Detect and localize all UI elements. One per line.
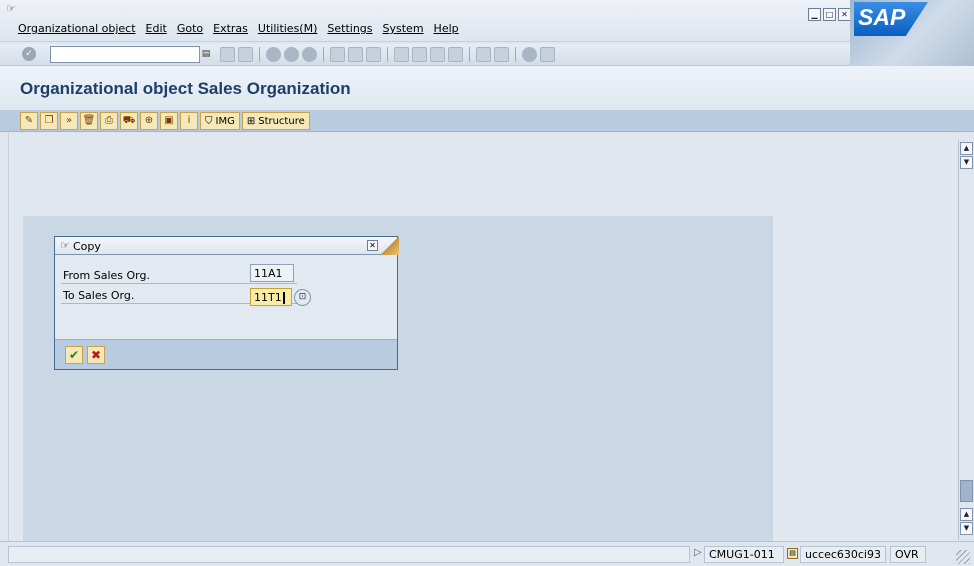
check-icon[interactable]: ⎙: [100, 112, 118, 130]
status-expand-icon[interactable]: ▷: [694, 547, 702, 558]
sap-logo-text: SAP: [858, 4, 906, 30]
vertical-scrollbar[interactable]: ▲ ▼ ▲ ▼: [958, 140, 974, 540]
filter-icon: ⛉: [205, 115, 213, 127]
last-page-icon[interactable]: [448, 47, 463, 62]
menu-help[interactable]: Help: [434, 22, 459, 35]
menu-utilities[interactable]: Utilities(M): [258, 22, 317, 35]
cancel-icon[interactable]: [302, 47, 317, 62]
from-sales-org-field[interactable]: 11A1: [250, 264, 294, 282]
print-icon[interactable]: [330, 47, 345, 62]
text-cursor: [282, 292, 285, 304]
copy-dialog: ☞ Copy ✕ From Sales Org. To Sales Org. ✔…: [54, 236, 399, 370]
menu-settings[interactable]: Settings: [327, 22, 372, 35]
next-page-icon[interactable]: [430, 47, 445, 62]
command-history-icon[interactable]: ▤: [200, 47, 212, 62]
toolbar-separator: [515, 47, 516, 62]
to-sales-org-label: To Sales Org.: [63, 289, 135, 302]
copy-org-object-icon[interactable]: »: [60, 112, 78, 130]
structure-button[interactable]: ⊞ Structure: [241, 112, 310, 130]
hierarchy-icon: ⊞: [246, 115, 256, 127]
menu-system[interactable]: System: [383, 22, 424, 35]
back-icon[interactable]: [266, 47, 281, 62]
first-page-icon[interactable]: [394, 47, 409, 62]
cancel-button[interactable]: ✖: [87, 346, 105, 364]
scroll-down-icon[interactable]: ▼: [960, 522, 973, 535]
menu-items: Organizational object Edit Goto Extras U…: [18, 22, 459, 35]
enter-icon[interactable]: ✓: [22, 47, 36, 61]
delete-icon[interactable]: 🗑: [80, 112, 98, 130]
dialog-close-icon[interactable]: ✕: [367, 240, 378, 251]
toolbar-separator: [469, 47, 470, 62]
img-button[interactable]: ⛉ IMG: [200, 112, 240, 130]
structure-button-label: Structure: [258, 115, 305, 127]
back-arrow-icon[interactable]: [220, 47, 235, 62]
scroll-page-down-icon[interactable]: ▼: [960, 156, 973, 169]
create-session-icon[interactable]: [476, 47, 491, 62]
find-next-icon[interactable]: [366, 47, 381, 62]
copy-icon[interactable]: ❐: [40, 112, 58, 130]
menu-edit[interactable]: Edit: [146, 22, 167, 35]
dialog-corner-decoration: [381, 236, 399, 255]
standard-toolbar: ✓ ▤: [0, 44, 850, 66]
status-message: [8, 546, 690, 563]
reference-icon[interactable]: ⊕: [140, 112, 158, 130]
menu-extras[interactable]: Extras: [213, 22, 248, 35]
to-sales-org-value: 11T1: [254, 291, 282, 304]
previous-page-icon[interactable]: [412, 47, 427, 62]
dialog-title: Copy: [73, 240, 101, 253]
toolbar-separator: [259, 47, 260, 62]
status-bar: ▷ CMUG1-011 ▤ uccec630ci93 OVR: [0, 541, 974, 566]
dialog-icon: ☞: [60, 239, 70, 252]
scroll-thumb[interactable]: [960, 480, 973, 502]
from-sales-org-label: From Sales Org.: [63, 269, 150, 282]
edit-pencil-icon[interactable]: ✎: [20, 112, 38, 130]
transport-icon[interactable]: ⛟: [120, 112, 138, 130]
overview-icon[interactable]: ▣: [160, 112, 178, 130]
status-system: CMUG1-011: [704, 546, 784, 563]
dialog-title-bar[interactable]: ☞ Copy ✕: [55, 237, 397, 255]
command-field[interactable]: [50, 46, 200, 63]
sap-logo: SAP: [850, 0, 974, 66]
status-server: uccec630ci93: [800, 546, 886, 563]
info-icon[interactable]: i: [180, 112, 198, 130]
menu-goto[interactable]: Goto: [177, 22, 203, 35]
resize-grip-icon[interactable]: [956, 550, 970, 564]
toolbar-separator: [387, 47, 388, 62]
menu-organizational-object[interactable]: Organizational object: [18, 22, 136, 35]
img-button-label: IMG: [215, 115, 235, 127]
exit-icon[interactable]: [284, 47, 299, 62]
status-mode[interactable]: OVR: [890, 546, 926, 563]
title-bar: Organizational object Sales Organization: [0, 66, 974, 110]
layout-icon[interactable]: [540, 47, 555, 62]
to-sales-org-input[interactable]: 11T1: [250, 288, 292, 306]
application-toolbar-buttons: ✎ ❐ » 🗑 ⎙ ⛟ ⊕ ▣ i ⛉ IMG ⊞ Structure: [20, 112, 310, 130]
window-controls: ▁ □ ✕: [808, 8, 851, 21]
page-title: Organizational object Sales Organization: [20, 79, 351, 98]
help-icon[interactable]: [522, 47, 537, 62]
continue-button[interactable]: ✔: [65, 346, 83, 364]
save-icon[interactable]: [238, 47, 253, 62]
application-toolbar: ✎ ❐ » 🗑 ⎙ ⛟ ⊕ ▣ i ⛉ IMG ⊞ Structure: [0, 110, 974, 132]
toolbar-separator: [323, 47, 324, 62]
maximize-icon[interactable]: □: [823, 8, 836, 21]
scroll-page-up-icon[interactable]: ▲: [960, 508, 973, 521]
minimize-icon[interactable]: ▁: [808, 8, 821, 21]
find-icon[interactable]: [348, 47, 363, 62]
value-help-icon[interactable]: ⊡: [294, 289, 311, 306]
toolbar-icons: [220, 47, 555, 62]
menu-bar: ☞ Organizational object Edit Goto Extras…: [0, 0, 974, 42]
scroll-up-icon[interactable]: ▲: [960, 142, 973, 155]
system-menu-icon[interactable]: ☞: [6, 2, 16, 15]
status-info-icon[interactable]: ▤: [787, 548, 798, 559]
dialog-footer: ✔ ✖: [55, 339, 397, 369]
shortcut-icon[interactable]: [494, 47, 509, 62]
